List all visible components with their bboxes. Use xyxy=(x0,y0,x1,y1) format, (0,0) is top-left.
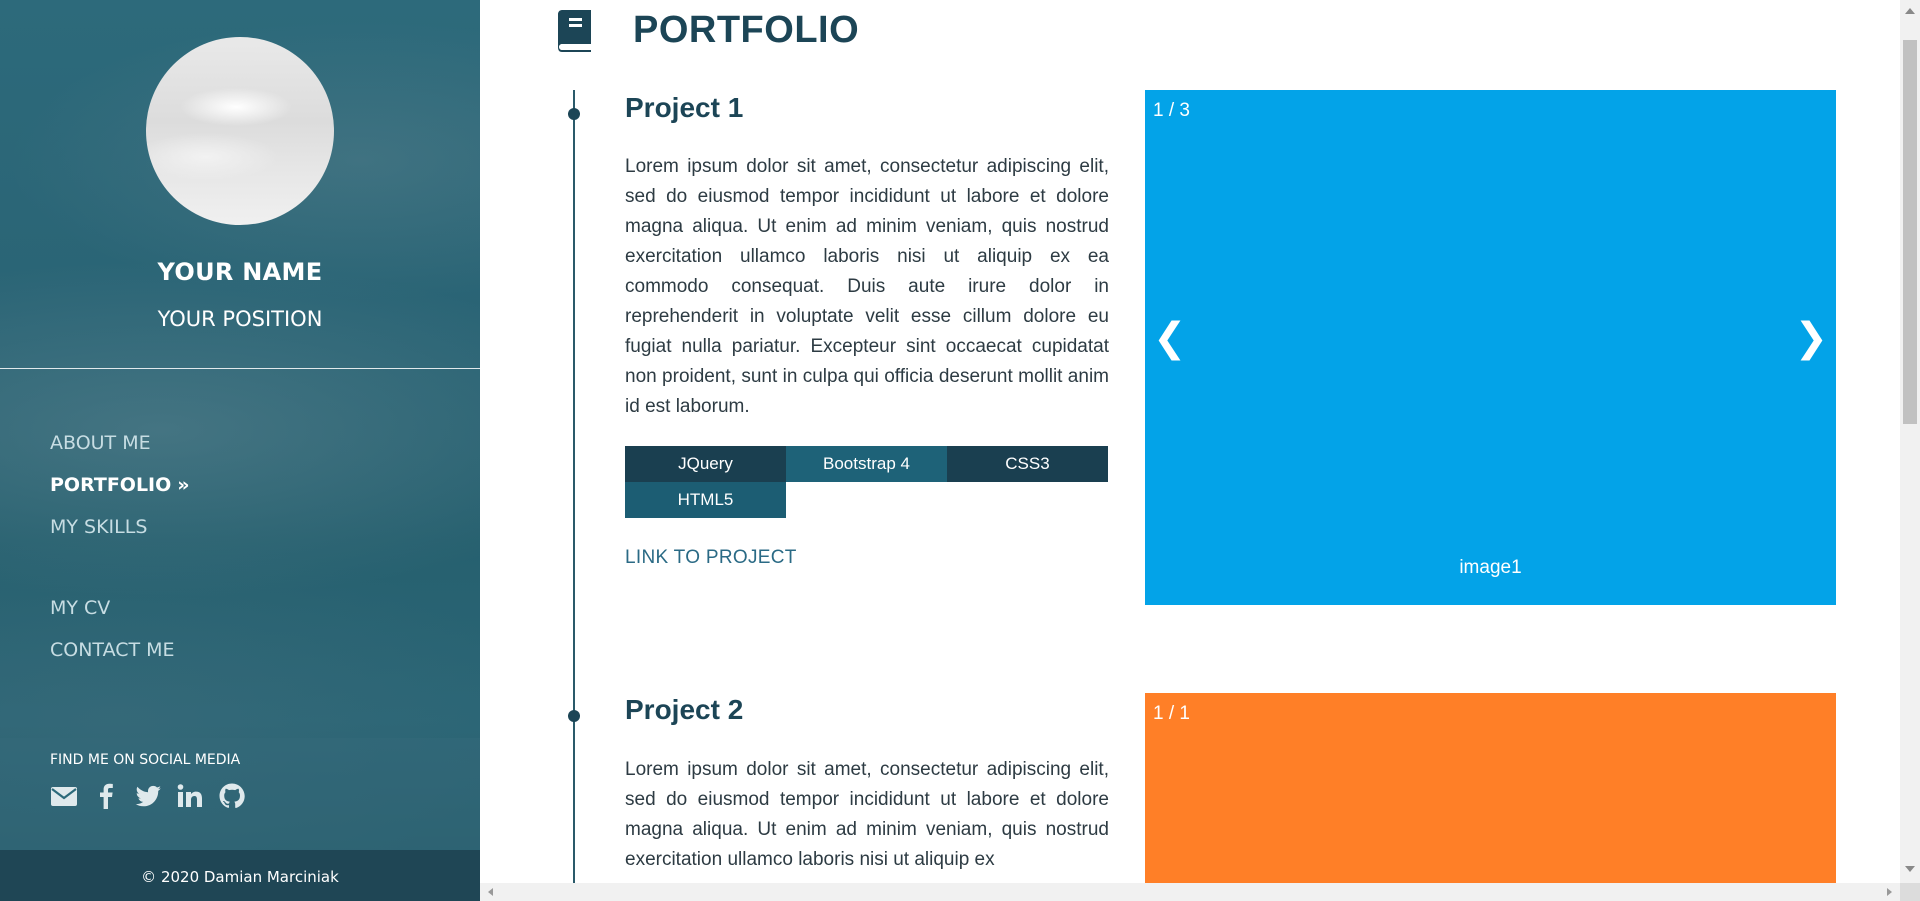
chevron-left-icon[interactable]: ❮ xyxy=(1153,318,1187,358)
tag-html5: HTML5 xyxy=(625,482,786,518)
scroll-right-icon[interactable] xyxy=(1887,888,1892,896)
timeline-dot xyxy=(568,108,580,120)
nav-item-label: PORTFOLIO xyxy=(50,474,172,496)
page-title: PORTFOLIO xyxy=(633,9,860,51)
nav-item-label: MY SKILLS xyxy=(50,516,148,538)
tag-css3: CSS3 xyxy=(947,446,1108,482)
horizontal-scrollbar[interactable] xyxy=(480,883,1900,901)
github-icon[interactable] xyxy=(218,782,246,810)
project-2-title: Project 2 xyxy=(625,694,744,725)
book-icon xyxy=(555,10,591,52)
nav-item-contact-me[interactable]: CONTACT ME xyxy=(50,639,175,661)
profile-position: YOUR POSITION xyxy=(157,307,323,331)
nav-item-label: ABOUT ME xyxy=(50,432,151,454)
project-1-description: Lorem ipsum dolor sit amet, consectetur … xyxy=(625,156,1109,417)
nav-item-label: CONTACT ME xyxy=(50,639,175,661)
carousel-counter: 1 / 3 xyxy=(1153,100,1190,121)
linkedin-icon[interactable] xyxy=(176,782,204,810)
scrollbar-thumb[interactable] xyxy=(1903,40,1917,424)
scroll-down-icon[interactable] xyxy=(1905,866,1915,872)
timeline-dot xyxy=(568,710,580,722)
nav-item-my-cv[interactable]: MY CV xyxy=(50,597,110,619)
tag-bootstrap: Bootstrap 4 xyxy=(786,446,947,482)
project-1-tags: JQuery Bootstrap 4 CSS3 HTML5 xyxy=(625,446,1109,518)
scroll-up-icon[interactable] xyxy=(1905,8,1915,14)
nav-item-portfolio[interactable]: PORTFOLIO» xyxy=(50,474,190,496)
avatar xyxy=(146,37,334,225)
nav-item-label: MY CV xyxy=(50,597,111,619)
double-chevron-right-icon: » xyxy=(177,474,190,496)
social-media-block: FIND ME ON SOCIAL MEDIA xyxy=(0,738,480,850)
project-2-carousel: 1 / 1 xyxy=(1145,693,1836,883)
tag-jquery: JQuery xyxy=(625,446,786,482)
sidebar-footer: © 2020 Damian Marciniak xyxy=(0,850,480,901)
copyright-text: © 2020 Damian Marciniak xyxy=(141,868,339,886)
project-1-carousel: 1 / 3 ❮ ❯ image1 xyxy=(1145,90,1836,605)
carousel-counter: 1 / 1 xyxy=(1153,703,1190,724)
chevron-right-icon[interactable]: ❯ xyxy=(1794,318,1828,358)
timeline-line xyxy=(573,90,575,883)
profile-name: YOUR NAME xyxy=(157,258,323,286)
project-1-link[interactable]: LINK TO PROJECT xyxy=(625,547,797,569)
social-title: FIND ME ON SOCIAL MEDIA xyxy=(50,752,241,768)
nav-item-about-me[interactable]: ABOUT ME xyxy=(50,432,151,454)
project-2-description: Lorem ipsum dolor sit amet, consectetur … xyxy=(625,759,1109,870)
vertical-scrollbar[interactable] xyxy=(1900,0,1920,883)
carousel-caption: image1 xyxy=(1459,557,1522,578)
portfolio-section: PORTFOLIO Project 1 Lorem ipsum dolor si… xyxy=(480,0,1900,883)
sidebar-divider xyxy=(0,368,480,369)
social-icons xyxy=(50,782,246,810)
project-1-title: Project 1 xyxy=(625,92,744,123)
scroll-left-icon[interactable] xyxy=(488,888,493,896)
sidebar: YOUR NAME YOUR POSITION ABOUT ME PORTFOL… xyxy=(0,0,480,901)
envelope-icon[interactable] xyxy=(50,782,78,810)
nav-item-my-skills[interactable]: MY SKILLS xyxy=(50,516,147,538)
scrollbar-corner xyxy=(1900,883,1920,901)
twitter-icon[interactable] xyxy=(134,782,162,810)
facebook-icon[interactable] xyxy=(92,782,120,810)
